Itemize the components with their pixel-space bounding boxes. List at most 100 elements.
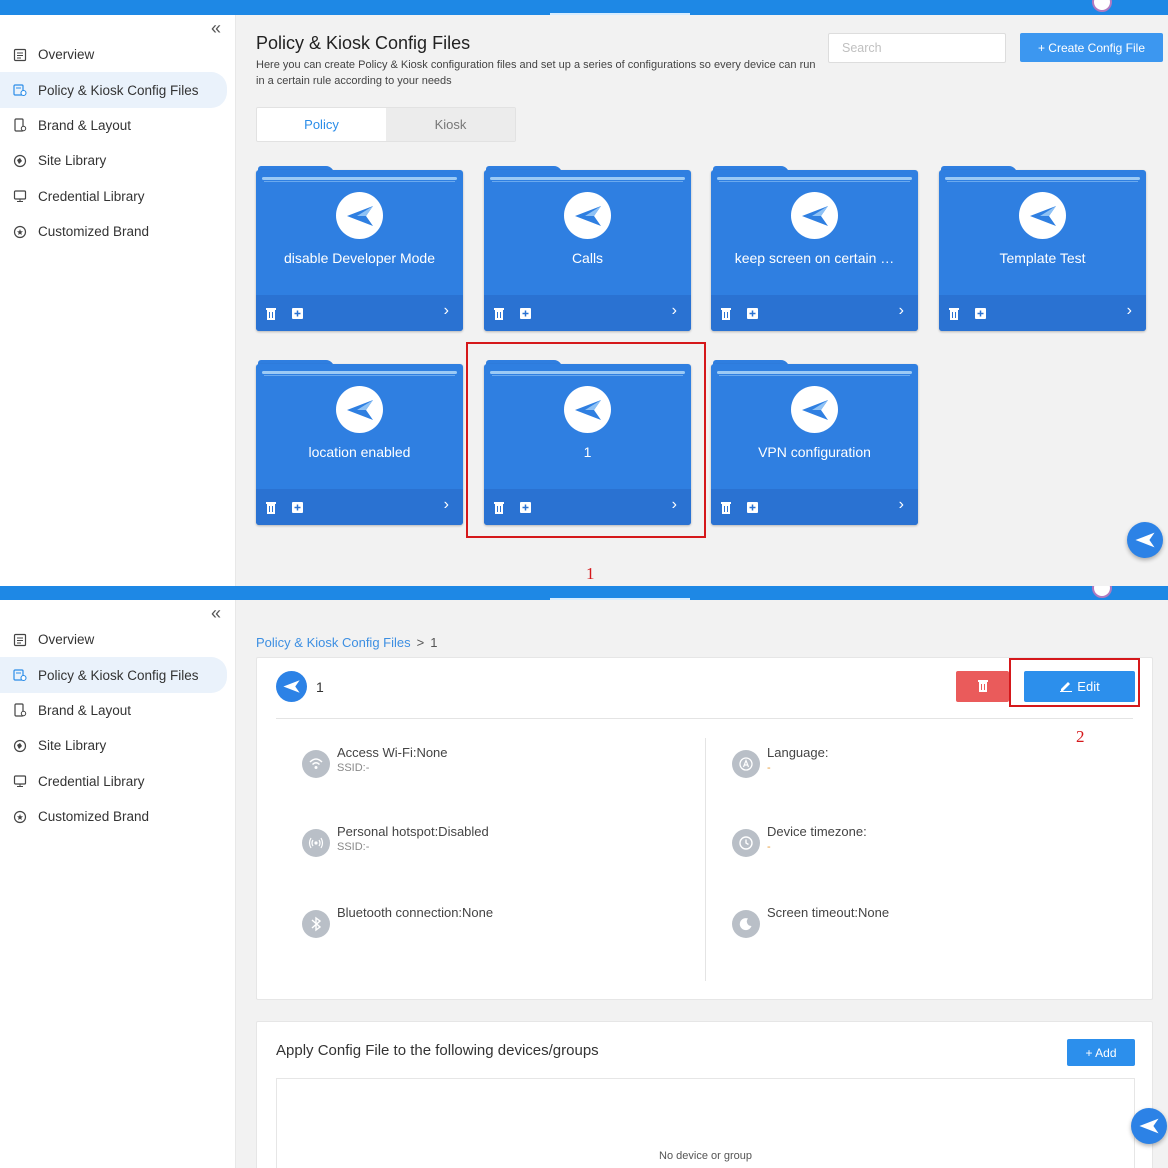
bluetooth-icon bbox=[302, 910, 330, 938]
copy-icon[interactable] bbox=[746, 501, 758, 514]
sidebar-item-config-files[interactable]: Policy & Kiosk Config Files bbox=[0, 72, 227, 108]
credential-library-icon bbox=[13, 189, 27, 203]
folder-footer: › bbox=[939, 295, 1146, 331]
setting-label: Bluetooth connection:None bbox=[337, 905, 494, 920]
sidebar-item-credential-library[interactable]: Credential Library bbox=[0, 179, 236, 214]
setting-sub: SSID:- bbox=[337, 762, 370, 774]
copy-icon[interactable] bbox=[519, 307, 531, 320]
folder-name: disable Developer Mode bbox=[284, 250, 435, 266]
copy-icon[interactable] bbox=[746, 307, 758, 320]
apply-section-title: Apply Config File to the following devic… bbox=[276, 1042, 599, 1059]
folder-footer: › bbox=[484, 295, 691, 331]
trash-icon[interactable] bbox=[265, 501, 277, 514]
sidebar-item-site-library[interactable]: Site Library bbox=[0, 143, 236, 178]
tab-kiosk[interactable]: Kiosk bbox=[386, 108, 515, 141]
column-divider bbox=[705, 738, 706, 981]
copy-icon[interactable] bbox=[974, 307, 986, 320]
search-input[interactable] bbox=[828, 33, 1006, 63]
copy-icon[interactable] bbox=[291, 307, 303, 320]
sidebar-item-customized-brand[interactable]: Customized Brand bbox=[0, 799, 236, 834]
delete-button[interactable] bbox=[956, 671, 1009, 702]
collapse-sidebar-icon[interactable]: « bbox=[211, 604, 221, 622]
folder-name: Template Test bbox=[999, 250, 1086, 266]
app-logo-icon bbox=[336, 386, 383, 433]
breadcrumb-parent-link[interactable]: Policy & Kiosk Config Files bbox=[256, 635, 411, 650]
trash-icon[interactable] bbox=[720, 501, 732, 514]
chevron-right-icon[interactable]: › bbox=[899, 303, 904, 319]
sidebar: « Overview Policy & Kiosk Config Files B… bbox=[0, 600, 236, 1168]
app-logo-icon bbox=[276, 671, 307, 702]
setting-label: Language: bbox=[767, 745, 829, 760]
step2-label: 2 bbox=[1076, 727, 1085, 746]
floating-assistant-button[interactable] bbox=[1131, 1108, 1167, 1144]
folder-body: keep screen on certain … › bbox=[711, 170, 918, 331]
chevron-right-icon[interactable]: › bbox=[1127, 303, 1132, 319]
folder-body: VPN configuration › bbox=[711, 364, 918, 525]
config-folder-card[interactable]: Template Test › bbox=[939, 166, 1146, 331]
sidebar-item-site-library[interactable]: Site Library bbox=[0, 728, 236, 763]
sidebar-nav: Overview Policy & Kiosk Config Files Bra… bbox=[0, 37, 236, 249]
sidebar-nav: Overview Policy & Kiosk Config Files Bra… bbox=[0, 622, 236, 834]
setting-label: Personal hotspot:Disabled bbox=[337, 824, 489, 839]
site-library-icon bbox=[13, 154, 27, 168]
sidebar-item-config-files[interactable]: Policy & Kiosk Config Files bbox=[0, 657, 227, 693]
sidebar-item-customized-brand[interactable]: Customized Brand bbox=[0, 214, 236, 249]
chevron-right-icon[interactable]: › bbox=[444, 497, 449, 513]
language-icon bbox=[732, 750, 760, 778]
sidebar-item-label: Policy & Kiosk Config Files bbox=[38, 667, 199, 683]
folder-body: disable Developer Mode › bbox=[256, 170, 463, 331]
setting-bluetooth: Bluetooth connection:None bbox=[302, 905, 493, 938]
sidebar-item-label: Brand & Layout bbox=[38, 702, 132, 718]
config-folder-card[interactable]: VPN configuration › bbox=[711, 360, 918, 525]
add-device-button[interactable]: + Add bbox=[1067, 1039, 1135, 1066]
folder-name: VPN configuration bbox=[758, 444, 871, 460]
main-content: Policy & Kiosk Config Files Here you can… bbox=[237, 15, 1168, 586]
copy-icon[interactable] bbox=[291, 501, 303, 514]
sidebar-item-brand-layout[interactable]: Brand & Layout bbox=[0, 108, 236, 143]
app-logo-icon bbox=[564, 192, 611, 239]
folder-name: Calls bbox=[571, 250, 604, 266]
wifi-icon bbox=[302, 750, 330, 778]
clock-icon bbox=[732, 829, 760, 857]
avatar[interactable] bbox=[1092, 586, 1112, 598]
create-config-file-button[interactable]: + Create Config File bbox=[1020, 33, 1163, 62]
config-folder-card[interactable]: disable Developer Mode › bbox=[256, 166, 463, 331]
trash-icon[interactable] bbox=[493, 307, 505, 320]
setting-label: Device timezone: bbox=[767, 824, 867, 839]
step2-highlight bbox=[1009, 658, 1140, 707]
trash-icon[interactable] bbox=[720, 307, 732, 320]
config-folder-card[interactable]: Calls › bbox=[484, 166, 691, 331]
floating-assistant-button[interactable] bbox=[1127, 522, 1163, 558]
step1-label: 1 bbox=[586, 564, 595, 583]
config-detail-card: 1 Edit Access Wi-Fi:None SSID:- Personal… bbox=[256, 657, 1153, 1000]
app-logo-icon bbox=[791, 192, 838, 239]
trash-icon bbox=[977, 679, 989, 695]
main-content: Policy & Kiosk Config Files > 1 1 Edit A… bbox=[237, 600, 1168, 1168]
sidebar-item-label: Credential Library bbox=[38, 773, 145, 789]
trash-icon[interactable] bbox=[948, 307, 960, 320]
app-logo-icon bbox=[791, 386, 838, 433]
step1-highlight bbox=[466, 342, 706, 538]
folder-body: Calls › bbox=[484, 170, 691, 331]
setting-hotspot: Personal hotspot:Disabled SSID:- bbox=[302, 824, 489, 857]
config-folder-card[interactable]: location enabled › bbox=[256, 360, 463, 525]
collapse-sidebar-icon[interactable]: « bbox=[211, 19, 221, 37]
setting-label: Screen timeout:None bbox=[767, 905, 890, 920]
config-name: 1 bbox=[316, 679, 324, 695]
config-files-icon bbox=[13, 668, 27, 682]
chevron-right-icon[interactable]: › bbox=[444, 303, 449, 319]
sidebar-item-overview[interactable]: Overview bbox=[0, 37, 236, 72]
trash-icon[interactable] bbox=[265, 307, 277, 320]
breadcrumb-current: 1 bbox=[430, 635, 438, 650]
sidebar: « Overview Policy & Kiosk Config Files B… bbox=[0, 15, 236, 586]
tab-policy[interactable]: Policy bbox=[257, 108, 386, 141]
config-folder-card[interactable]: keep screen on certain … › bbox=[711, 166, 918, 331]
chevron-right-icon[interactable]: › bbox=[899, 497, 904, 513]
folder-name: location enabled bbox=[308, 444, 411, 460]
avatar[interactable] bbox=[1092, 0, 1112, 12]
overview-icon bbox=[13, 48, 27, 62]
sidebar-item-credential-library[interactable]: Credential Library bbox=[0, 764, 236, 799]
sidebar-item-brand-layout[interactable]: Brand & Layout bbox=[0, 693, 236, 728]
chevron-right-icon[interactable]: › bbox=[672, 303, 677, 319]
sidebar-item-overview[interactable]: Overview bbox=[0, 622, 236, 657]
